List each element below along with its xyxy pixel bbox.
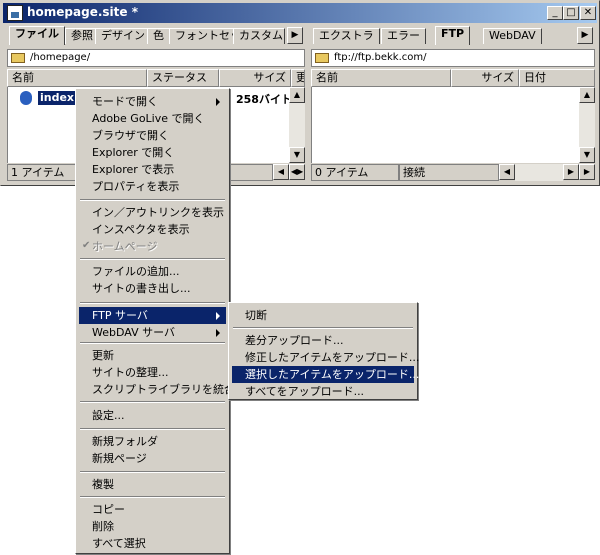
menu-item[interactable]: 新規ページ (79, 450, 226, 467)
menu-item[interactable]: 複製 (79, 476, 226, 493)
left-vertical-scrollbar[interactable]: ▲ ▼ (289, 87, 305, 163)
left-path-bar[interactable]: /homepage/ (7, 49, 305, 67)
menu-item[interactable]: インスペクタを表示 (79, 221, 226, 238)
submenu-arrow-icon (216, 312, 220, 320)
menu-separator (80, 342, 225, 344)
menu-item: ホームページ (92, 240, 158, 253)
menu-item[interactable]: コピー (79, 501, 226, 518)
tab-files[interactable]: ファイル (9, 26, 65, 45)
ftp-column-date[interactable]: 日付 (519, 69, 595, 87)
ftp-path-text: ftp://ftp.bekk.com/ (334, 52, 427, 63)
menu-item[interactable]: 新規フォルダ (79, 433, 226, 450)
menu-separator (80, 199, 225, 201)
submenu-arrow-icon (216, 329, 220, 337)
menu-separator (80, 401, 225, 403)
tab-webdav[interactable]: WebDAV (483, 28, 542, 44)
ftp-file-list (311, 87, 579, 163)
ftp-path-bar[interactable]: ftp://ftp.bekk.com/ (311, 49, 595, 67)
close-button[interactable]: ✕ (580, 6, 596, 20)
right-pane: エクストラ エラー FTP WebDAV ▶ ftp://ftp.bekk.co… (311, 25, 595, 183)
menu-item[interactable]: サイトの書き出し... (79, 280, 226, 297)
column-size[interactable]: サイズ (219, 69, 291, 87)
ftp-submenu: 切断差分アップロード... 修正したアイテムをアップロード... 選択したアイテムを… (228, 302, 419, 400)
menu-item[interactable]: Explorer で開く (79, 144, 226, 161)
maximize-button[interactable]: □ (563, 6, 579, 20)
scroll-down-icon[interactable]: ▼ (289, 147, 305, 163)
tab-design[interactable]: デザイン (95, 28, 151, 44)
minimize-button[interactable]: _ (547, 6, 563, 20)
ftp-scroll-down-icon[interactable]: ▼ (579, 147, 595, 163)
ftp-hscroll-right-icon[interactable]: ▶ (563, 164, 579, 180)
submenu-separator (233, 327, 413, 329)
menu-item[interactable]: プロパティを表示 (79, 178, 226, 195)
context-menu: モードで開く Adobe GoLive で開く ブラウザで開く Explorer で開… (75, 88, 235, 554)
tab-extras[interactable]: エクストラ (313, 28, 380, 44)
submenu-item[interactable]: 切断 (232, 307, 414, 324)
html-file-icon (18, 91, 34, 105)
menu-item[interactable]: ファイルの追加... (79, 263, 226, 280)
menu-item[interactable]: Adobe GoLive で開く (79, 110, 226, 127)
menu-item[interactable]: 設定... (79, 407, 226, 424)
menu-item[interactable]: サイトの整理... (79, 364, 226, 381)
list-item-size: 258バイト (236, 93, 292, 106)
scroll-up-icon[interactable]: ▲ (289, 87, 305, 103)
right-vertical-scrollbar[interactable]: ▲ ▼ (579, 87, 595, 163)
tab-ftp[interactable]: FTP (435, 26, 471, 45)
menu-item[interactable]: モードで開く (79, 93, 226, 110)
ftp-resize-grip-icon[interactable]: ▶ (579, 164, 595, 180)
title-bar[interactable]: homepage.site * _ □ ✕ (3, 3, 597, 23)
tab-errors[interactable]: エラー (381, 28, 426, 44)
menu-item[interactable]: スクリプトライブラリを統合 (79, 381, 235, 398)
menu-separator (80, 471, 225, 473)
menu-separator (80, 302, 225, 304)
menu-item[interactable]: ブラウザで開く (79, 127, 226, 144)
window-title: homepage.site * (27, 5, 138, 19)
ftp-scroll-up-icon[interactable]: ▲ (579, 87, 595, 103)
menu-separator (80, 496, 225, 498)
right-tab-strip: エクストラ エラー FTP WebDAV ▶ (311, 25, 595, 45)
pane-split-arrows-icon[interactable]: ◀▶ (289, 164, 305, 180)
tab-colors[interactable]: 色 (147, 28, 170, 44)
status-scroll-left-icon[interactable]: ◀ (273, 164, 289, 180)
menu-separator (80, 258, 225, 260)
submenu-item[interactable]: 修正したアイテムをアップロード... (232, 349, 419, 366)
menu-item[interactable]: 更新 (79, 347, 226, 364)
list-item-name[interactable]: index.html (38, 91, 76, 105)
menu-item[interactable]: FTP サーバ (79, 307, 226, 324)
ftp-hscroll-left-icon[interactable]: ◀ (499, 164, 515, 180)
checkmark-icon: ✔ (82, 240, 91, 251)
submenu-arrow-icon (216, 98, 220, 106)
menu-item[interactable]: WebDAV サーバ (79, 324, 226, 341)
site-file-icon (7, 5, 23, 21)
ftp-column-size[interactable]: サイズ (451, 69, 519, 87)
ftp-folder-icon (315, 53, 329, 63)
menu-item[interactable]: Explorer で表示 (79, 161, 226, 178)
tab-reference[interactable]: 参照 (65, 28, 99, 44)
tab-scroll-right-icon[interactable]: ▶ (287, 27, 303, 44)
submenu-item[interactable]: すべてをアップロード... (232, 383, 414, 400)
menu-item[interactable]: イン／アウトリンクを表示 (79, 204, 226, 221)
menu-separator (80, 428, 225, 430)
ftp-status-count: 0 アイテム (311, 164, 399, 181)
column-modified[interactable]: 更 (291, 69, 305, 87)
left-tab-strip: ファイル 参照 デザイン 色 フォントセット カスタム ▶ (7, 25, 305, 45)
ftp-hscroll-track[interactable] (515, 164, 563, 181)
submenu-item[interactable]: 差分アップロード... (232, 332, 414, 349)
right-tab-scroll-right-icon[interactable]: ▶ (577, 27, 593, 44)
ftp-column-name[interactable]: 名前 (311, 69, 451, 87)
column-status[interactable]: ステータス (147, 69, 219, 87)
folder-icon (11, 53, 25, 63)
menu-item[interactable]: すべて選択 (79, 535, 226, 552)
ftp-connection-status: 接続 (399, 164, 499, 181)
submenu-item[interactable]: 選択したアイテムをアップロード... (232, 366, 419, 383)
tab-custom[interactable]: カスタム (233, 28, 285, 44)
column-name[interactable]: 名前 (7, 69, 147, 87)
left-path-text: /homepage/ (30, 52, 91, 63)
menu-item[interactable]: 削除 (79, 518, 226, 535)
